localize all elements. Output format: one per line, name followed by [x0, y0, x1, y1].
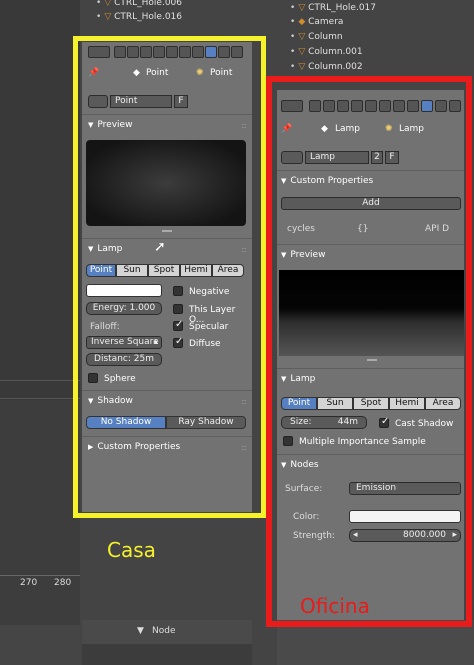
- mesh-object-icon: ▽: [298, 32, 306, 42]
- visibility-dot-icon: •: [290, 17, 296, 27]
- visibility-dot-icon: •: [290, 47, 296, 57]
- collapse-arrow-icon: ▼: [137, 626, 144, 636]
- empty-object-icon: ▽: [298, 3, 306, 13]
- outliner-row[interactable]: • ▽ CTRL_Hole.017: [290, 3, 376, 15]
- outliner-row[interactable]: • ▽ CTRL_Hole.016: [96, 12, 182, 24]
- mesh-object-icon: ▽: [298, 62, 306, 72]
- empty-object-icon: ▽: [104, 12, 112, 22]
- node-panel-title: Node: [152, 626, 176, 636]
- mesh-object-icon: ▽: [298, 47, 306, 57]
- outliner-row[interactable]: • ▽ Column: [290, 32, 343, 44]
- outliner-row[interactable]: • ▽ Column.001: [290, 47, 363, 59]
- outliner-left[interactable]: • ▽ CTRL_Hole.006 • ▽ CTRL_Hole.016: [82, 0, 252, 26]
- timeline-tick-270: 270: [20, 578, 38, 588]
- node-panel-body: [82, 644, 252, 665]
- outliner-row[interactable]: • ▽ Column.002: [290, 62, 363, 74]
- oficina-caption: Oficina: [300, 594, 370, 618]
- outliner-row[interactable]: • ◆ Camera: [290, 17, 343, 29]
- timeline-tick-280: 280: [54, 578, 72, 588]
- visibility-dot-icon: •: [290, 62, 296, 72]
- casa-highlight-box: [73, 36, 266, 518]
- timeline-footer: [0, 625, 80, 665]
- outliner-row[interactable]: • ▽ CTRL_Hole.006: [96, 0, 182, 10]
- outliner-right[interactable]: • ▽ CTRL_Hole.017 • ◆ Camera • ▽ Column • ▽ …: [276, 0, 474, 86]
- timeline[interactable]: 270 280: [0, 400, 80, 625]
- node-panel-header[interactable]: ▼ Node: [82, 620, 252, 644]
- casa-caption: Casa: [107, 538, 156, 562]
- visibility-dot-icon: •: [96, 0, 102, 8]
- empty-object-icon: ▽: [104, 0, 112, 8]
- visibility-dot-icon: •: [96, 12, 102, 22]
- visibility-dot-icon: •: [290, 3, 296, 13]
- oficina-highlight-box: [266, 76, 472, 627]
- camera-icon: ◆: [298, 17, 306, 27]
- visibility-dot-icon: •: [290, 32, 296, 42]
